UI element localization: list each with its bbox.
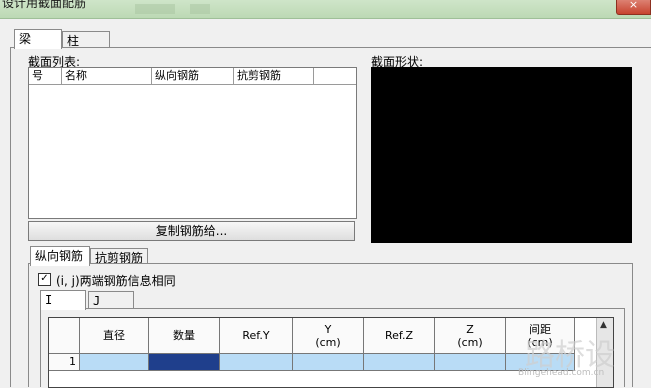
grid-cell-diameter[interactable] xyxy=(80,354,149,371)
grid-header-diameter[interactable]: 直径 xyxy=(80,318,149,354)
grid-header-z[interactable]: Z (cm) xyxy=(435,318,506,354)
column-header-shear-rebar[interactable]: 抗剪钢筋 xyxy=(234,68,314,84)
grid-cell-count[interactable] xyxy=(149,354,220,371)
tab-end-j[interactable]: J xyxy=(88,291,134,309)
close-button[interactable]: × xyxy=(616,0,651,15)
titlebar-ghost xyxy=(135,4,175,14)
same-info-label: (i, j)两端钢筋信息相同 xyxy=(56,274,176,288)
grid-cell-ref-z[interactable] xyxy=(364,354,435,371)
section-list[interactable]: 号 名称 纵向钢筋 抗剪钢筋 xyxy=(28,67,357,219)
copy-rebar-button[interactable]: 复制钢筋给... xyxy=(28,221,355,241)
window-titlebar: 设计用截面配筋 × xyxy=(0,0,651,19)
grid-cell-ref-y[interactable] xyxy=(220,354,293,371)
same-info-checkbox[interactable]: ✓ xyxy=(38,273,51,286)
grid-header-y[interactable]: Y (cm) xyxy=(293,318,364,354)
column-header-name[interactable]: 名称 xyxy=(62,68,152,84)
tab-beam-label: 梁 xyxy=(19,32,32,46)
scroll-up-icon[interactable]: ▲ xyxy=(600,320,607,330)
watermark-url: Blingehead.com.cn xyxy=(518,368,605,378)
tab-longitudinal-rebar[interactable]: 纵向钢筋 xyxy=(30,246,90,266)
grid-corner xyxy=(49,318,80,354)
tab-column-label: 柱 xyxy=(67,34,80,48)
window-title: 设计用截面配筋 xyxy=(2,0,87,10)
section-list-header: 号 名称 纵向钢筋 抗剪钢筋 xyxy=(29,68,356,85)
grid-header-ref-y[interactable]: Ref.Y xyxy=(220,318,293,354)
titlebar-ghost xyxy=(190,4,210,14)
grid-header-count[interactable]: 数量 xyxy=(149,318,220,354)
grid-cell-z[interactable] xyxy=(435,354,506,371)
grid-row-index: 1 xyxy=(49,354,80,371)
tab-end-j-label: J xyxy=(93,294,101,308)
section-shape-canvas xyxy=(371,67,632,243)
grid-header-ref-z[interactable]: Ref.Z xyxy=(364,318,435,354)
column-header-no[interactable]: 号 xyxy=(29,68,62,84)
tab-end-i[interactable]: I xyxy=(40,290,86,310)
tab-longitudinal-label: 纵向钢筋 xyxy=(35,249,84,263)
grid-cell-y[interactable] xyxy=(293,354,364,371)
column-header-long-rebar[interactable]: 纵向钢筋 xyxy=(152,68,234,84)
tab-end-i-label: I xyxy=(45,293,53,307)
tab-beam[interactable]: 梁 xyxy=(14,29,62,49)
